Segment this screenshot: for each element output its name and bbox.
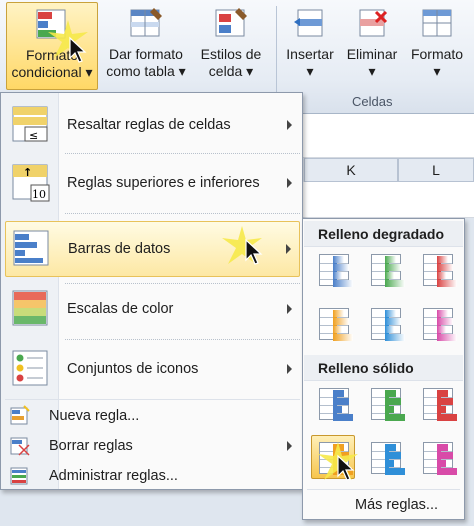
format-label-2: ▾ [433, 63, 441, 79]
data-bars-preview-icon [423, 388, 457, 421]
color-scales-icon [11, 289, 51, 329]
menu-divider [65, 283, 300, 284]
data-bars-preview-icon [423, 254, 457, 287]
svg-text:≤: ≤ [29, 129, 38, 142]
submenu-arrow-icon [287, 120, 292, 130]
submenu-arrow-icon [287, 441, 292, 451]
menu-item-highlight-cells-rules[interactable]: ≤ Resaltar reglas de celdas [5, 103, 300, 147]
sheet-area-lower [300, 182, 474, 218]
conditional-formatting-menu: ≤ Resaltar reglas de celdas ↑ 10 Reglas … [0, 92, 303, 490]
delete-label-1: Eliminar [346, 46, 398, 62]
data-bars-preview-icon [423, 308, 457, 341]
cell-styles-button[interactable]: Estilos de celda ▾ [192, 2, 270, 90]
menu-item-label: Barras de datos [68, 241, 171, 257]
data-bars-preview-icon [371, 308, 405, 341]
menu-item-label: Borrar reglas [49, 438, 133, 454]
submenu-arrow-icon [287, 178, 292, 188]
cell-styles-label-2: celda ▾ [208, 63, 254, 79]
cell-styles-icon [213, 6, 249, 42]
gradient-fill-header: Relleno degradado [304, 221, 463, 247]
menu-item-label: Administrar reglas... [49, 468, 178, 484]
data-bars-preview-icon [319, 254, 353, 287]
svg-text:10: 10 [32, 188, 46, 201]
menu-item-top-bottom-rules[interactable]: ↑ 10 Reglas superiores e inferiores [5, 161, 300, 205]
submenu-arrow-icon [286, 244, 291, 254]
format-as-table-label-1: Dar formato [109, 46, 183, 62]
column-header-l[interactable]: L [398, 158, 474, 182]
data-bars-preview-icon [319, 388, 353, 421]
menu-item-label: Reglas superiores e inferiores [67, 175, 260, 191]
gradient-data-bar-tile[interactable] [311, 247, 355, 291]
delete-cells-icon [354, 6, 390, 42]
insert-label-1: Insertar [286, 46, 334, 62]
solid-data-bar-tile[interactable] [311, 381, 355, 425]
solid-fill-header: Relleno sólido [304, 355, 463, 381]
solid-data-bar-tile[interactable] [363, 435, 407, 479]
menu-item-new-rule[interactable]: Nueva regla... [5, 403, 300, 429]
svg-text:↑: ↑ [23, 166, 32, 179]
gradient-data-bar-tile[interactable] [363, 247, 407, 291]
format-as-table-button[interactable]: Dar formato como tabla ▾ [102, 2, 190, 90]
format-as-table-icon [128, 6, 164, 42]
solid-data-bar-tile[interactable] [363, 381, 407, 425]
data-bars-preview-icon [371, 254, 405, 287]
format-button[interactable]: Formato ▾ [404, 2, 470, 90]
clear-rules-icon [9, 435, 31, 457]
cell-styles-label-1: Estilos de [200, 46, 262, 62]
new-rule-icon [9, 405, 31, 427]
menu-item-manage-rules[interactable]: Administrar reglas... [5, 463, 300, 489]
data-bars-icon [12, 229, 52, 269]
ribbon-separator [276, 6, 277, 106]
menu-separator [5, 399, 300, 400]
data-bars-preview-icon [371, 442, 405, 475]
insert-cells-icon [292, 6, 328, 42]
menu-divider [65, 213, 300, 214]
solid-data-bar-tile[interactable] [415, 435, 459, 479]
sheet-area [300, 114, 474, 158]
gradient-data-bar-tile[interactable] [415, 301, 459, 345]
mouse-pointer-icon [337, 454, 355, 481]
menu-item-label: Conjuntos de iconos [67, 361, 199, 377]
data-bars-preview-icon [423, 442, 457, 475]
submenu-arrow-icon [287, 304, 292, 314]
gradient-data-bar-tile[interactable] [311, 301, 355, 345]
gradient-data-bar-tile[interactable] [363, 301, 407, 345]
format-as-table-label-2: como tabla ▾ [106, 63, 186, 79]
mouse-pointer-icon [69, 36, 87, 63]
delete-label-2: ▾ [368, 63, 376, 79]
menu-item-label: Escalas de color [67, 301, 174, 317]
manage-rules-icon [9, 465, 31, 487]
top-bottom-rules-icon: ↑ 10 [11, 163, 51, 203]
more-rules-link[interactable]: Más reglas... [355, 497, 438, 513]
conditional-formatting-label-2: condicional ▾ [11, 64, 93, 80]
menu-item-label: Resaltar reglas de celdas [67, 117, 231, 133]
data-bars-preview-icon [371, 388, 405, 421]
format-label-1: Formato [410, 46, 464, 62]
solid-data-bar-tile[interactable] [415, 381, 459, 425]
cells-group-label: Celdas [352, 94, 393, 109]
insert-label-2: ▾ [306, 63, 314, 79]
highlight-cells-rules-icon: ≤ [11, 105, 51, 145]
submenu-arrow-icon [287, 364, 292, 374]
submenu-separator [307, 489, 460, 490]
insert-button[interactable]: Insertar ▾ [282, 2, 338, 90]
menu-item-color-scales[interactable]: Escalas de color [5, 287, 300, 331]
format-cells-icon [419, 6, 455, 42]
delete-button[interactable]: Eliminar ▾ [342, 2, 402, 90]
menu-item-icon-sets[interactable]: Conjuntos de iconos [5, 347, 300, 391]
data-bars-preview-icon [319, 308, 353, 341]
gradient-data-bar-tile[interactable] [415, 247, 459, 291]
icon-sets-icon [11, 349, 51, 389]
menu-divider [65, 339, 300, 340]
menu-divider [65, 153, 300, 154]
menu-item-label: Nueva regla... [49, 408, 140, 424]
column-header-k[interactable]: K [304, 158, 398, 182]
menu-item-clear-rules[interactable]: Borrar reglas [5, 433, 300, 459]
mouse-pointer-icon [245, 238, 263, 265]
